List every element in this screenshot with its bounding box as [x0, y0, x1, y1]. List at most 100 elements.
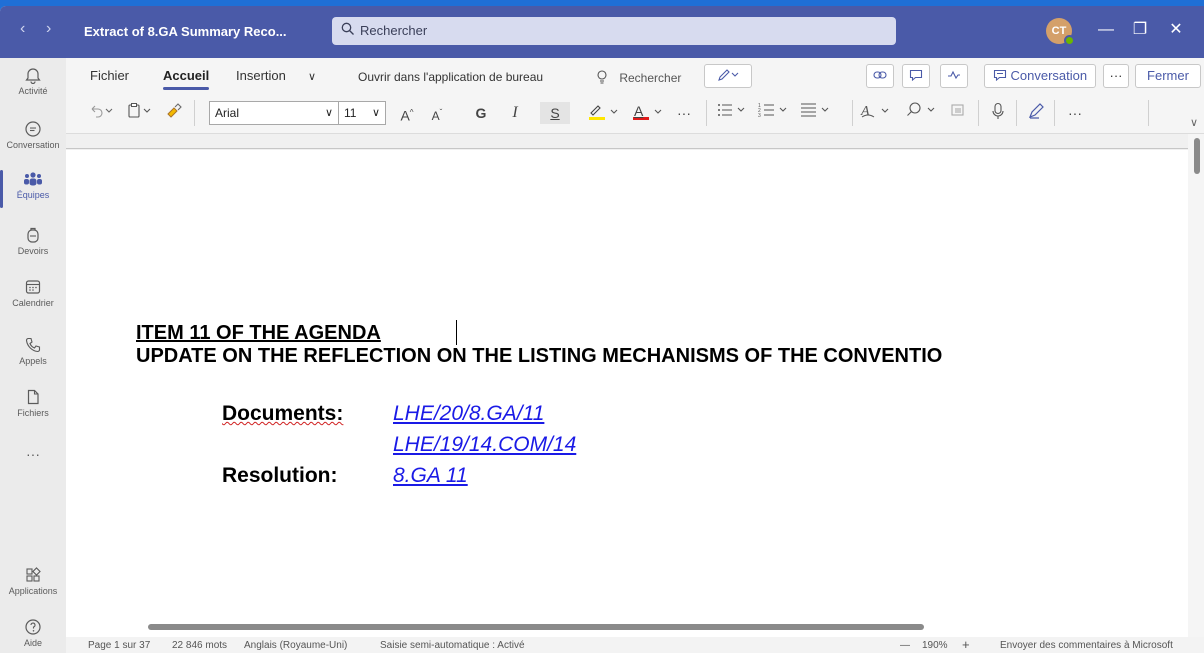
font-name-value: Arial [215, 106, 240, 120]
rail-item-equipes[interactable]: Équipes [0, 170, 66, 208]
underline-button[interactable]: S [540, 102, 570, 124]
svg-text:A: A [860, 104, 870, 119]
calendar-icon [25, 280, 41, 294]
document-page[interactable]: ITEM 11 OF THE AGENDA UPDATE ON THE REFL… [66, 150, 1188, 637]
styles-button[interactable]: A [858, 102, 898, 124]
tab-fichier[interactable]: Fichier [90, 68, 129, 83]
highlighter-icon [589, 105, 618, 120]
ribbon-divider [1148, 100, 1149, 126]
more-tabs-button[interactable]: ∨ [308, 70, 316, 83]
tell-me-search[interactable]: Rechercher [596, 70, 681, 85]
pen-icon [718, 69, 739, 81]
search-icon [341, 22, 354, 35]
align-button[interactable] [798, 102, 840, 124]
magnifier-icon [907, 102, 935, 116]
shrink-font-icon: A [431, 109, 440, 123]
bold-button[interactable]: G [470, 102, 492, 124]
rail-item-applications[interactable]: Applications [0, 566, 66, 596]
highlight-button[interactable] [584, 102, 624, 124]
activity-button[interactable] [940, 64, 968, 88]
bullets-button[interactable] [714, 102, 754, 124]
rail-item-conversation[interactable]: Conversation [0, 120, 66, 150]
rail-item-appels[interactable]: Appels [0, 336, 66, 366]
minimize-button[interactable]: — [1094, 18, 1118, 42]
ribbon-divider [852, 100, 853, 126]
zoom-in-button[interactable]: + [962, 637, 970, 652]
comment-icon [909, 69, 923, 82]
vertical-scrollbar[interactable] [1188, 134, 1204, 637]
ribbon-divider [1054, 100, 1055, 126]
resolution-link[interactable]: 8.GA 11 [393, 464, 468, 488]
search-input[interactable]: Rechercher [332, 17, 896, 45]
ribbon-divider [194, 100, 195, 126]
rail-item-aide[interactable]: Aide [0, 618, 66, 648]
sensitivity-button[interactable] [946, 102, 970, 124]
font-color-button[interactable]: A [628, 102, 668, 124]
conversation-button[interactable]: Conversation [984, 64, 1096, 88]
search-placeholder: Rechercher [360, 23, 428, 38]
agenda-item-title: UPDATE ON THE REFLECTION ON THE LISTING … [136, 345, 943, 367]
paste-button[interactable] [124, 102, 158, 124]
comment-button[interactable] [902, 64, 930, 88]
ribbon-overflow-button[interactable]: ··· [1062, 102, 1088, 124]
more-options-button[interactable]: ··· [1103, 64, 1129, 88]
feedback-link[interactable]: Envoyer des commentaires à Microsoft [1000, 640, 1173, 651]
editor-button[interactable] [1024, 102, 1048, 124]
avatar[interactable]: CT [1046, 18, 1075, 46]
share-link-button[interactable] [866, 64, 894, 88]
close-window-button[interactable]: ✕ [1164, 18, 1188, 42]
format-painter-button[interactable] [162, 102, 186, 124]
find-button[interactable] [904, 102, 944, 124]
rail-label: Conversation [6, 140, 60, 150]
chat-icon [25, 121, 41, 137]
font-size-select[interactable]: 11 ∨ [338, 101, 386, 125]
proofing-language[interactable]: Anglais (Royaume-Uni) [244, 640, 347, 651]
status-bar: Page 1 sur 37 22 846 mots Anglais (Royau… [66, 637, 1204, 653]
close-document-button[interactable]: Fermer [1135, 64, 1201, 88]
rail-item-devoirs[interactable]: Devoirs [0, 226, 66, 256]
editing-mode-button[interactable] [704, 64, 752, 88]
rail-item-more[interactable]: ··· [0, 446, 66, 462]
document-link[interactable]: LHE/19/14.COM/14 [393, 433, 576, 457]
rail-item-activite[interactable]: Activité [0, 66, 66, 96]
conversation-label: Conversation [1010, 68, 1088, 83]
agenda-item-heading: ITEM 11 OF THE AGENDA [136, 322, 381, 344]
more-font-options-button[interactable]: ··· [672, 102, 696, 124]
back-button[interactable]: ‹ [20, 20, 25, 38]
dictate-button[interactable] [986, 102, 1010, 124]
italic-button[interactable]: I [504, 102, 526, 124]
numbered-list-icon: 123 [758, 103, 787, 119]
autocomplete-status[interactable]: Saisie semi-automatique : Activé [380, 640, 525, 651]
backpack-icon [27, 227, 39, 243]
more-icon: ··· [26, 446, 40, 462]
document-link[interactable]: LHE/20/8.GA/11 [393, 402, 544, 426]
rail-item-calendrier[interactable]: Calendrier [0, 278, 66, 308]
apps-icon [26, 567, 41, 582]
microphone-icon [992, 102, 1004, 119]
avatar-initials: CT [1051, 25, 1067, 37]
rail-label: Activité [18, 86, 48, 96]
grow-font-icon: A [400, 107, 410, 124]
chevron-down-icon: ∨ [324, 107, 333, 119]
horizontal-scroll-thumb[interactable] [148, 624, 924, 630]
forward-button[interactable]: › [46, 20, 51, 38]
rail-item-fichiers[interactable]: Fichiers [0, 388, 66, 418]
undo-button[interactable] [84, 102, 120, 124]
tab-insertion[interactable]: Insertion [236, 68, 286, 83]
grow-font-button[interactable]: A^ [396, 102, 418, 124]
font-size-value: 11 [344, 106, 357, 120]
ribbon-collapse-chevron-icon[interactable]: ∨ [1190, 116, 1198, 129]
maximize-button[interactable]: ❐ [1128, 18, 1152, 42]
zoom-level[interactable]: 190% [922, 640, 948, 651]
vertical-scroll-thumb[interactable] [1194, 138, 1200, 174]
shrink-font-button[interactable]: Aˇ [426, 102, 448, 124]
rail-label: Appels [19, 356, 47, 366]
document-title: Extract of 8.GA Summary Reco... [84, 24, 287, 39]
font-name-select[interactable]: Arial ∨ [209, 101, 339, 125]
open-desktop-button[interactable]: Ouvrir dans l'application de bureau [358, 70, 543, 84]
tab-accueil[interactable]: Accueil [163, 68, 210, 90]
numbering-button[interactable]: 123 [756, 102, 796, 124]
zoom-out-button[interactable]: — [900, 640, 910, 651]
app-window: ‹ › Extract of 8.GA Summary Reco... Rech… [0, 6, 1204, 653]
ribbon: Fichier Accueil Insertion ∨ Ouvrir dans … [66, 58, 1204, 134]
